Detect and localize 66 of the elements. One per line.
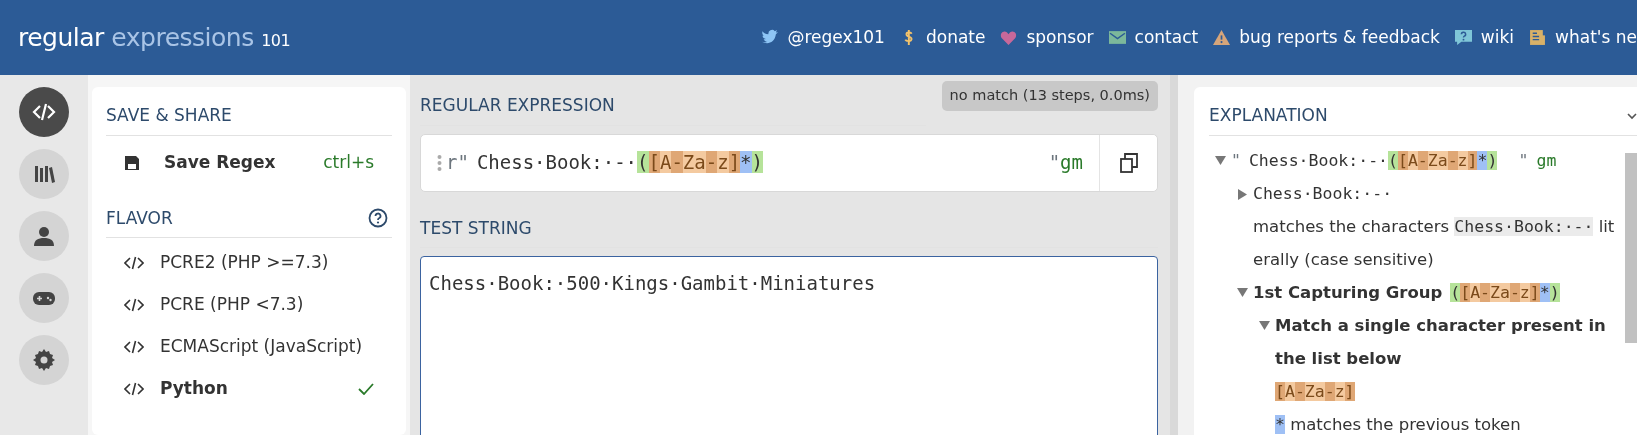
test-string-field[interactable]: Chess·Book:·500·Kings·Gambit·Miniatures — [420, 256, 1158, 435]
flavor-option[interactable]: Python — [106, 368, 392, 410]
nav-link[interactable]: contact — [1108, 24, 1199, 51]
code-icon — [124, 382, 144, 396]
collapse-triangle-icon[interactable] — [1258, 320, 1270, 330]
scrollbar[interactable] — [1625, 153, 1637, 343]
regex-delimiter: " — [1518, 150, 1529, 170]
regex-delimiter: " — [1231, 150, 1241, 170]
logo[interactable]: regular expressions 101 — [18, 18, 291, 57]
sidebar-button[interactable] — [19, 211, 69, 261]
nav-link[interactable]: donate — [899, 24, 986, 51]
copy-icon — [1119, 152, 1138, 173]
regex-delimiter: " — [1048, 150, 1061, 176]
explanation-text: matches the characters Chess·Book:·-· literally (case sensitive) — [1253, 215, 1615, 271]
match-status: no match (13 steps, 0.0ms) — [941, 81, 1158, 111]
nav-link[interactable]: sponsor — [1000, 24, 1094, 51]
regex-pattern: [A-Za-z] — [1275, 381, 1355, 401]
save-regex-button[interactable]: Save Regex ctrl+s — [106, 135, 392, 190]
sidebar-button[interactable] — [19, 149, 69, 199]
warning-icon — [1213, 29, 1231, 46]
node-title: Match a single character present in the list below — [1275, 314, 1607, 370]
regex-pattern: ([A-Za-z]*) — [1450, 282, 1560, 302]
flavor-option[interactable]: ECMAScript (JavaScript) — [106, 326, 392, 368]
nav-link[interactable]: wiki — [1454, 24, 1515, 51]
nav-link[interactable]: what's ne — [1529, 24, 1637, 51]
regex-flags: gm — [1536, 150, 1557, 170]
section-title: TEST STRING — [420, 207, 1158, 248]
flavor-option[interactable]: PCRE2 (PHP >=7.3) — [106, 242, 392, 284]
explanation-text: matches the previous token — [1290, 414, 1521, 434]
drag-handle-icon[interactable] — [437, 153, 442, 172]
regex-flags[interactable]: gm — [1060, 148, 1083, 177]
checkmark-icon — [358, 383, 374, 395]
gear-icon — [32, 348, 56, 372]
section-title: SAVE & SHARE — [106, 95, 392, 136]
code-icon — [124, 256, 144, 270]
flavor-option[interactable]: PCRE (PHP <7.3) — [106, 284, 392, 326]
code-icon — [124, 340, 144, 354]
newspaper-icon — [1529, 29, 1547, 46]
nav-link[interactable]: @regex101 — [761, 24, 885, 51]
collapse-triangle-icon[interactable] — [1236, 287, 1248, 297]
node-title: 1st Capturing Group — [1253, 281, 1443, 304]
user-icon — [32, 224, 56, 248]
chevron-down-icon[interactable] — [1627, 110, 1637, 121]
regex-pattern: * — [1275, 414, 1285, 434]
expand-triangle-icon[interactable] — [1237, 188, 1247, 200]
heart-icon — [1000, 29, 1018, 46]
help-icon — [1454, 29, 1472, 46]
section-title: REGULAR EXPRESSION — [420, 85, 926, 126]
nav-link[interactable]: bug reports & feedback — [1213, 24, 1440, 51]
regex-pattern: Chess·Book:·-·([A-Za-z]*) — [1248, 150, 1498, 170]
regex-input[interactable]: r" Chess·Book:·-·([A-Za-z]*) "gm — [420, 133, 1158, 192]
twitter-bird-icon — [761, 29, 779, 46]
sidebar-button[interactable] — [19, 335, 69, 385]
sidebar-button[interactable] — [19, 87, 69, 137]
regex-delimiter: r" — [446, 150, 469, 176]
section-title: EXPLANATION — [1209, 104, 1328, 127]
code-icon — [124, 298, 144, 312]
sidebar-button[interactable] — [19, 273, 69, 323]
regex-pattern: Chess·Book:·-· — [1253, 183, 1393, 203]
collapse-triangle-icon[interactable] — [1214, 155, 1226, 165]
copy-button[interactable] — [1099, 134, 1157, 191]
help-icon[interactable] — [368, 208, 388, 229]
regex-pattern: Chess·Book:·-·([A-Za-z]*) — [476, 150, 763, 176]
envelope-icon — [1108, 29, 1126, 46]
shortcut-hint: ctrl+s — [323, 150, 374, 174]
section-title: FLAVOR — [106, 206, 173, 230]
